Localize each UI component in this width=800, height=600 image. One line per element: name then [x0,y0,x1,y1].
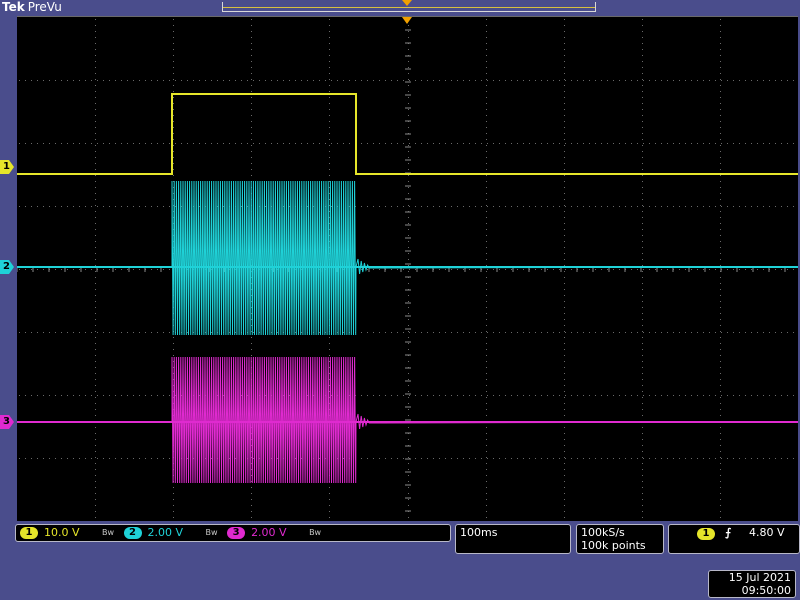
acquisition-panel[interactable]: 100kS/s 100k points [576,524,664,554]
waveform-display[interactable] [17,16,798,521]
ch2-badge: 2 [123,527,142,539]
record-position-marker-icon[interactable] [402,0,412,6]
graticule-and-traces [17,17,798,518]
ch3-badge: 3 [227,527,246,539]
ch1-badge: 1 [20,527,38,539]
vertical-readout-panel[interactable]: 1 10.0 V Bw 2 2.00 V Bw 3 2.00 V Bw [15,524,451,542]
ch2-scale: 2.00 V [147,526,184,539]
ch2-marker-icon[interactable]: 2 [0,260,14,274]
trigger-panel[interactable]: 1 ⨍ 4.80 V [668,524,800,554]
bw-limit-icon: Bw [205,528,218,537]
mode-label: PreVu [27,0,62,14]
brand-name: Tek [2,0,25,14]
trigger-source-badge: 1 [697,528,715,540]
timebase-value: 100ms [460,526,498,539]
date-text: 15 Jul 2021 [728,571,791,584]
top-bar: Tek PreVu [0,0,800,16]
datetime-panel: 15 Jul 2021 09:50:00 [708,570,796,598]
brand-label: Tek PreVu [2,0,62,15]
traces [17,93,798,484]
trigger-position-icon[interactable] [402,17,412,24]
rising-edge-icon: ⨍ [725,526,732,539]
time-text: 09:50:00 [741,584,791,597]
ch3-scale: 2.00 V [251,526,287,539]
trigger-level: 4.80 V [749,526,785,539]
ch3-marker-icon[interactable]: 3 [0,415,14,429]
bw-limit-icon: Bw [102,528,115,537]
ch1-marker-icon[interactable]: 1 [0,160,14,174]
ch2-trace [17,180,798,336]
record-length: 100k points [581,539,646,552]
bw-limit-icon: Bw [309,528,322,537]
ch1-scale: 10.0 V [44,526,80,539]
timebase-panel[interactable]: 100ms [455,524,571,554]
sample-rate: 100kS/s [581,526,625,539]
